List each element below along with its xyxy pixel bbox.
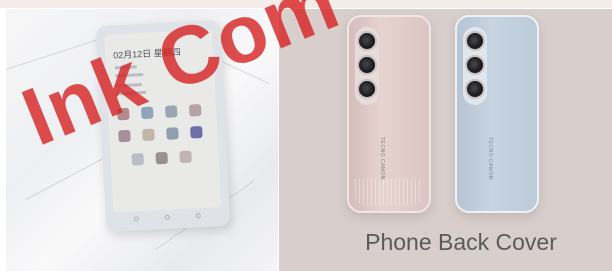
camera-module: [355, 27, 379, 105]
app-icon: [166, 127, 179, 140]
cover-brand-mark: TECNO CAMON: [487, 137, 493, 180]
app-icon: [142, 128, 155, 142]
app-icon: [190, 125, 203, 139]
camera-lens-icon: [465, 55, 485, 75]
ereader-nav-bar: [106, 212, 230, 224]
camera-lens-icon: [357, 31, 377, 51]
cover-stripes: [355, 179, 423, 205]
phone-cover-pink: TECNO CAMON: [347, 15, 431, 213]
camera-module: [463, 27, 487, 105]
home-icon: [164, 214, 170, 221]
back-icon: [133, 216, 139, 222]
menu-icon: [195, 213, 201, 219]
camera-lens-icon: [357, 79, 377, 99]
app-icon: [179, 150, 192, 164]
app-icon: [155, 151, 168, 165]
camera-lens-icon: [465, 31, 485, 51]
phone-cover-blue: TECNO CAMON: [455, 15, 539, 213]
wifi-icon: [131, 153, 145, 166]
product-caption: Phone Back Cover: [365, 229, 557, 255]
camera-lens-icon: [357, 55, 377, 75]
cover-brand-mark: TECNO CAMON: [379, 137, 385, 180]
camera-lens-icon: [465, 79, 485, 99]
